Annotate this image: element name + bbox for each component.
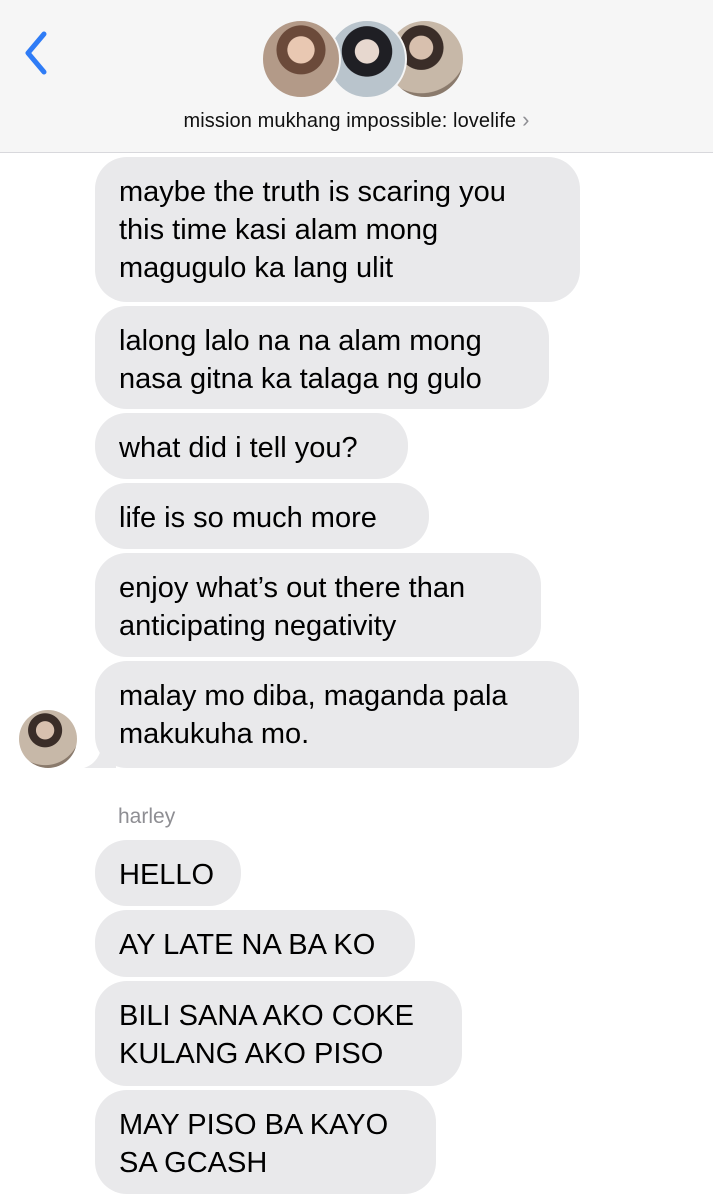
sender-avatar[interactable] (19, 710, 77, 768)
back-button[interactable] (20, 28, 54, 78)
message-bubble[interactable]: maybe the truth is scaring you this time… (95, 157, 580, 302)
group-name-button[interactable]: mission mukhang impossible: lovelife › (0, 107, 713, 133)
message-bubble[interactable]: enjoy what’s out there than anticipating… (95, 553, 541, 657)
chevron-right-icon: › (522, 107, 530, 132)
message-bubble[interactable]: life is so much more (95, 483, 429, 549)
group-name: mission mukhang impossible: lovelife (183, 110, 517, 132)
message-bubble[interactable]: AY LATE NA BA KO (95, 910, 415, 977)
conversation-header: mission mukhang impossible: lovelife › (0, 0, 713, 153)
message-bubble[interactable]: BILI SANA AKO COKE KULANG AKO PISO (95, 981, 462, 1086)
chevron-left-icon (25, 31, 47, 75)
message-bubble[interactable]: malay mo diba, maganda pala makukuha mo. (95, 661, 579, 768)
message-bubble[interactable]: HELLO (95, 840, 241, 906)
sender-name: harley (118, 805, 176, 828)
avatar (261, 19, 341, 99)
group-avatars[interactable] (261, 19, 465, 99)
message-bubble[interactable]: MAY PISO BA KAYO SA GCASH (95, 1090, 436, 1194)
message-bubble[interactable]: what did i tell you? (95, 413, 408, 479)
message-bubble[interactable]: lalong lalo na na alam mong nasa gitna k… (95, 306, 549, 409)
